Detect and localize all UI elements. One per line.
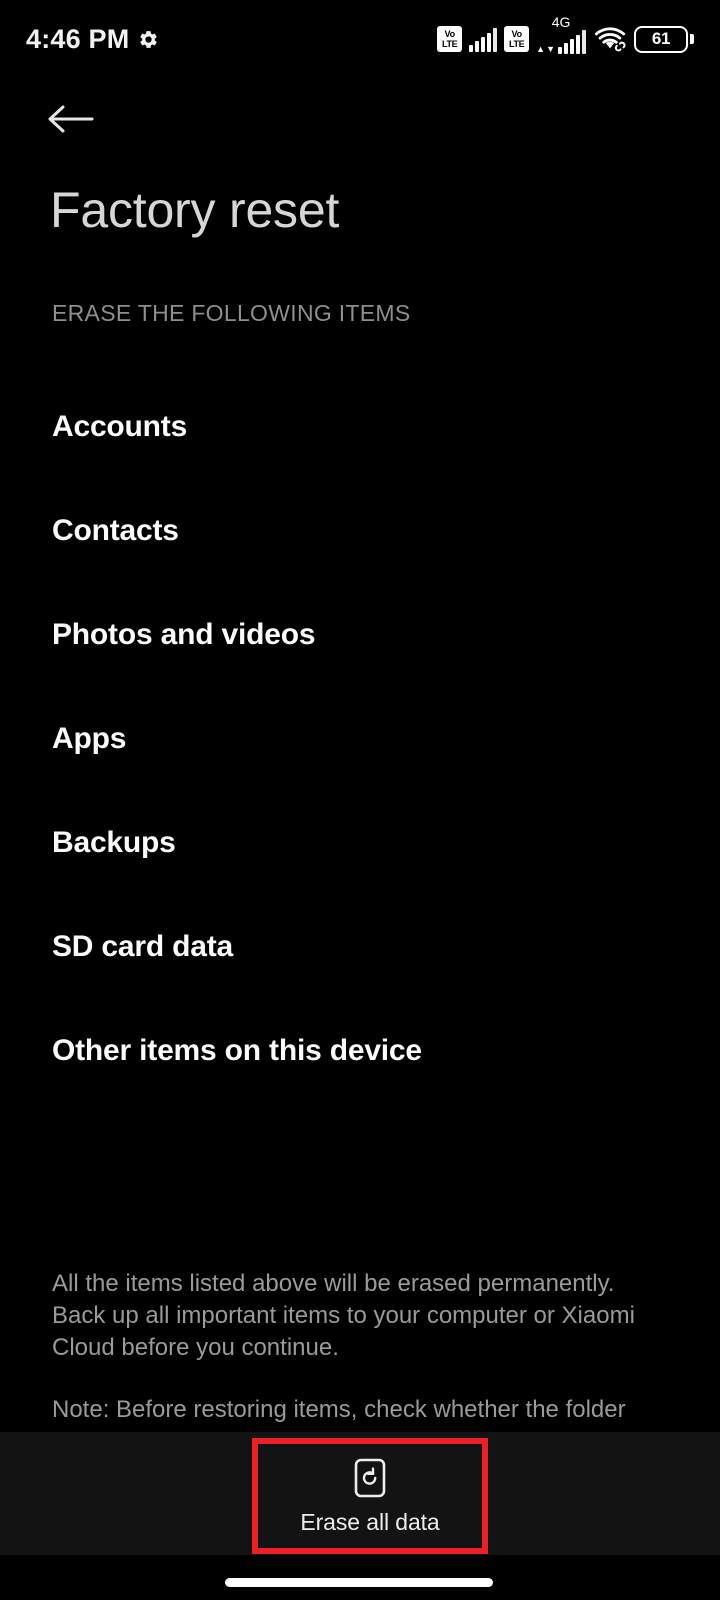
volte-sim2-bottom: LTE [508, 39, 525, 49]
gear-icon [138, 29, 159, 50]
list-item-label: Contacts [52, 514, 179, 547]
list-item: Photos and videos [52, 583, 652, 687]
erase-items-list: Accounts Contacts Photos and videos Apps… [52, 375, 652, 1103]
erase-all-data-label: Erase all data [300, 1508, 440, 1535]
data-network-indicator: 4G ▲ ▼ [536, 15, 586, 54]
list-item: Other items on this device [52, 999, 652, 1103]
page-title: Factory reset [50, 182, 340, 238]
list-item: Backups [52, 791, 652, 895]
status-bar: 4:46 PM Vo LTE Vo LTE 4G ▲ ▼ 61 [0, 0, 720, 78]
section-header: ERASE THE FOLLOWING ITEMS [52, 300, 411, 326]
list-item-label: SD card data [52, 930, 233, 963]
data-network-label: 4G [551, 14, 571, 30]
footnote-text: All the items listed above will be erase… [52, 1268, 652, 1426]
list-item: Contacts [52, 479, 652, 583]
volte-sim1-bottom: LTE [441, 39, 458, 49]
list-item-label: Photos and videos [52, 618, 316, 651]
list-item: SD card data [52, 895, 652, 999]
erase-all-data-button[interactable]: Erase all data [262, 1447, 478, 1545]
list-item: Accounts [52, 375, 652, 479]
status-bar-left: 4:46 PM [26, 24, 159, 55]
volte-sim1-top: Vo [444, 29, 456, 39]
status-bar-clock: 4:46 PM [26, 23, 130, 54]
volte-sim2-top: Vo [511, 29, 523, 39]
status-bar-right: Vo LTE Vo LTE 4G ▲ ▼ 61 [437, 15, 694, 54]
signal-bars-sim1-icon [469, 26, 498, 52]
volte-sim1-icon: Vo LTE [437, 26, 463, 52]
list-item-label: Other items on this device [52, 1034, 422, 1067]
back-button[interactable] [42, 92, 100, 150]
volte-sim2-icon: Vo LTE [504, 26, 530, 52]
list-item-label: Backups [52, 826, 176, 859]
footnote-paragraph-2: Note: Before restoring items, check whet… [52, 1396, 626, 1423]
list-item: Apps [52, 687, 652, 791]
data-transfer-arrows-icon: ▲ ▼ [536, 44, 555, 54]
back-arrow-icon [47, 102, 95, 141]
list-item-label: Apps [52, 722, 127, 755]
signal-bars-sim2-icon [558, 30, 586, 54]
phone-screen: 4:46 PM Vo LTE Vo LTE 4G ▲ ▼ 61 Factory … [0, 0, 720, 1600]
home-indicator[interactable] [225, 1578, 493, 1587]
battery-icon: 61 [634, 25, 694, 53]
reset-device-icon [352, 1457, 388, 1499]
wifi-icon [593, 26, 627, 52]
battery-percent-label: 61 [651, 29, 671, 48]
footnote-paragraph-1: All the items listed above will be erase… [52, 1270, 635, 1361]
list-item-label: Accounts [52, 410, 188, 443]
